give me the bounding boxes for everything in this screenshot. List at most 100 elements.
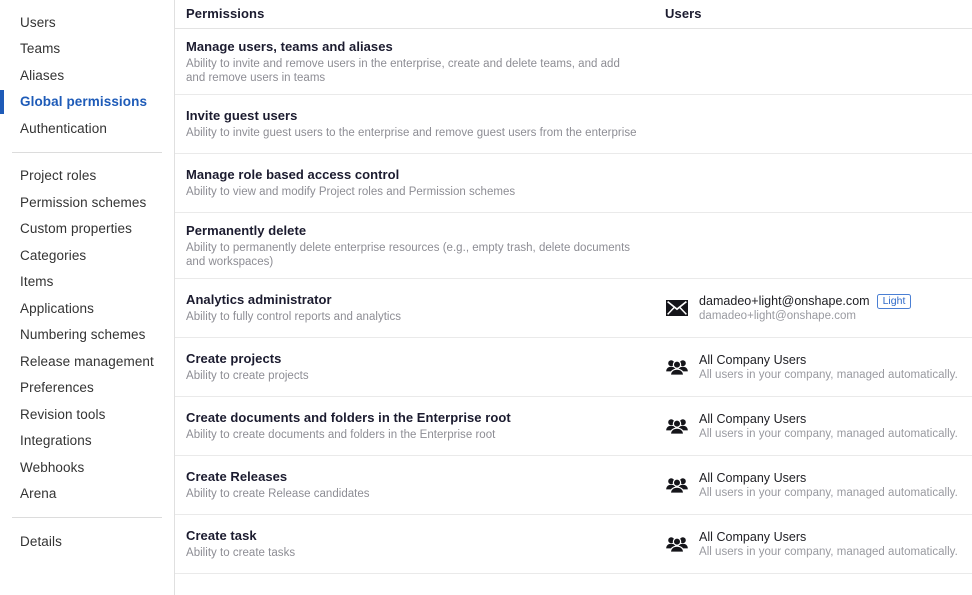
permissions-table-body: Manage users, teams and aliases Ability t… (175, 29, 972, 574)
permission-description: Ability to create tasks (186, 547, 296, 560)
envelope-icon (666, 298, 690, 318)
sidebar-item-custom-properties[interactable]: Custom properties (0, 216, 174, 243)
user-text-block: All Company Users All users in your compa… (699, 470, 958, 500)
sidebar-item-label: Release management (20, 353, 154, 369)
permission-cell: Create projects Ability to create project… (175, 341, 655, 393)
user-secondary-label: All users in your company, managed autom… (699, 546, 958, 558)
user-primary-line: All Company Users (699, 411, 958, 427)
permission-title: Invite guest users (186, 108, 298, 124)
users-cell (655, 240, 972, 252)
user-entry[interactable]: All Company Users All users in your compa… (666, 411, 958, 441)
sidebar-group: Details (0, 528, 174, 555)
user-primary-label: All Company Users (699, 471, 807, 485)
permission-cell: Manage users, teams and aliases Ability t… (175, 29, 655, 94)
sidebar-item-categories[interactable]: Categories (0, 242, 174, 269)
permission-cell: Create task Ability to create tasks (175, 518, 655, 570)
user-entry[interactable]: damadeo+light@onshape.com Light damadeo+li… (666, 293, 912, 323)
sidebar-item-preferences[interactable]: Preferences (0, 375, 174, 402)
settings-sidebar: Users Teams Aliases Global permissions Authe… (0, 0, 175, 595)
permission-cell: Create Releases Ability to create Release… (175, 459, 655, 511)
sidebar-item-label: Webhooks (20, 459, 85, 475)
sidebar-item-numbering-schemes[interactable]: Numbering schemes (0, 322, 174, 349)
sidebar-item-label: Global permissions (20, 94, 148, 110)
user-primary-line: All Company Users (699, 352, 958, 368)
table-row[interactable]: Invite guest users Ability to invite gues… (175, 95, 972, 154)
sidebar-group: Users Teams Aliases Global permissions Authe… (0, 9, 174, 142)
user-primary-line: All Company Users (699, 470, 958, 486)
permission-description: Ability to create documents and folders … (186, 429, 496, 442)
user-secondary-label: All users in your company, managed autom… (699, 369, 958, 381)
sidebar-item-release-management[interactable]: Release management (0, 348, 174, 375)
sidebar-item-label: Project roles (20, 168, 97, 184)
user-entry[interactable]: All Company Users All users in your compa… (666, 529, 958, 559)
sidebar-item-permission-schemes[interactable]: Permission schemes (0, 189, 174, 216)
sidebar-item-label: Revision tools (20, 406, 106, 422)
table-row[interactable]: Manage users, teams and aliases Ability t… (175, 29, 972, 95)
permission-description: Ability to create Release candidates (186, 488, 370, 501)
user-secondary-label: All users in your company, managed autom… (699, 487, 958, 499)
user-secondary-label: All users in your company, managed autom… (699, 428, 958, 440)
sidebar-item-label: Categories (20, 247, 87, 263)
sidebar-item-arena[interactable]: Arena (0, 481, 174, 508)
permission-title: Create Releases (186, 469, 288, 485)
sidebar-item-webhooks[interactable]: Webhooks (0, 454, 174, 481)
sidebar-item-items[interactable]: Items (0, 269, 174, 296)
sidebar-item-aliases[interactable]: Aliases (0, 62, 174, 89)
user-text-block: All Company Users All users in your compa… (699, 411, 958, 441)
permission-description: Ability to invite and remove users in th… (186, 58, 620, 84)
user-entry[interactable]: All Company Users All users in your compa… (666, 470, 958, 500)
column-header-permissions: Permissions (186, 6, 265, 21)
group-users-icon (666, 534, 690, 554)
user-text-block: All Company Users All users in your compa… (699, 352, 958, 382)
sidebar-item-teams[interactable]: Teams (0, 36, 174, 63)
sidebar-item-label: Authentication (20, 120, 107, 136)
user-primary-label: All Company Users (699, 412, 807, 426)
sidebar-item-label: Details (20, 533, 62, 549)
table-row[interactable]: Permanently delete Ability to permanently… (175, 213, 972, 279)
user-secondary-label: damadeo+light@onshape.com (699, 310, 856, 322)
sidebar-item-revision-tools[interactable]: Revision tools (0, 401, 174, 428)
group-users-icon (666, 357, 690, 377)
sidebar-item-details[interactable]: Details (0, 528, 174, 555)
sidebar-item-integrations[interactable]: Integrations (0, 428, 174, 455)
permission-title: Manage users, teams and aliases (186, 39, 393, 54)
user-primary-line: All Company Users (699, 529, 958, 545)
enterprise-settings-page: Users Teams Aliases Global permissions Authe… (0, 0, 972, 595)
table-row[interactable]: Manage role based access control Ability … (175, 154, 972, 213)
permission-cell: Manage role based access control Ability … (175, 157, 655, 209)
sidebar-item-label: Users (20, 14, 56, 30)
sidebar-item-project-roles[interactable]: Project roles (0, 163, 174, 190)
table-row[interactable]: Create documents and folders in the Ente… (175, 397, 972, 456)
sidebar-item-label: Permission schemes (20, 194, 147, 210)
group-users-icon (666, 416, 690, 436)
sidebar-item-label: Custom properties (20, 221, 132, 237)
permission-description: Ability to permanently delete enterprise… (186, 242, 631, 268)
sidebar-item-users[interactable]: Users (0, 9, 174, 36)
permission-title: Create documents and folders in the Ente… (186, 410, 511, 426)
sidebar-divider (12, 517, 162, 518)
table-row[interactable]: Create Releases Ability to create Release… (175, 456, 972, 515)
global-permissions-panel: Permissions Users Manage users, teams an… (175, 0, 972, 595)
table-row[interactable]: Create task Ability to create tasks All Co… (175, 515, 972, 574)
user-entry[interactable]: All Company Users All users in your compa… (666, 352, 958, 382)
table-row[interactable]: Create projects Ability to create project… (175, 338, 972, 397)
permission-title: Analytics administrator (186, 292, 332, 308)
user-primary-label: All Company Users (699, 353, 807, 367)
user-text-block: damadeo+light@onshape.com Light damadeo+li… (699, 293, 912, 323)
sidebar-item-label: Preferences (20, 380, 94, 396)
active-indicator-bar (0, 89, 4, 114)
user-primary-label: damadeo+light@onshape.com (699, 294, 870, 308)
users-cell: damadeo+light@onshape.com Light damadeo+li… (655, 287, 972, 329)
sidebar-divider (12, 151, 162, 153)
table-row[interactable]: Analytics administrator Ability to fully … (175, 279, 972, 338)
column-header-users: Users (665, 6, 702, 21)
user-primary-line: damadeo+light@onshape.com Light (699, 293, 912, 309)
sidebar-item-global-permissions[interactable]: Global permissions (0, 89, 174, 116)
users-cell: All Company Users All users in your compa… (655, 405, 972, 447)
permissions-table-header: Permissions Users (175, 0, 972, 29)
sidebar-item-applications[interactable]: Applications (0, 295, 174, 322)
sidebar-item-authentication[interactable]: Authentication (0, 115, 174, 142)
permission-title: Manage role based access control (186, 167, 400, 183)
permission-title: Permanently delete (186, 223, 307, 238)
sidebar-item-label: Aliases (20, 67, 65, 83)
